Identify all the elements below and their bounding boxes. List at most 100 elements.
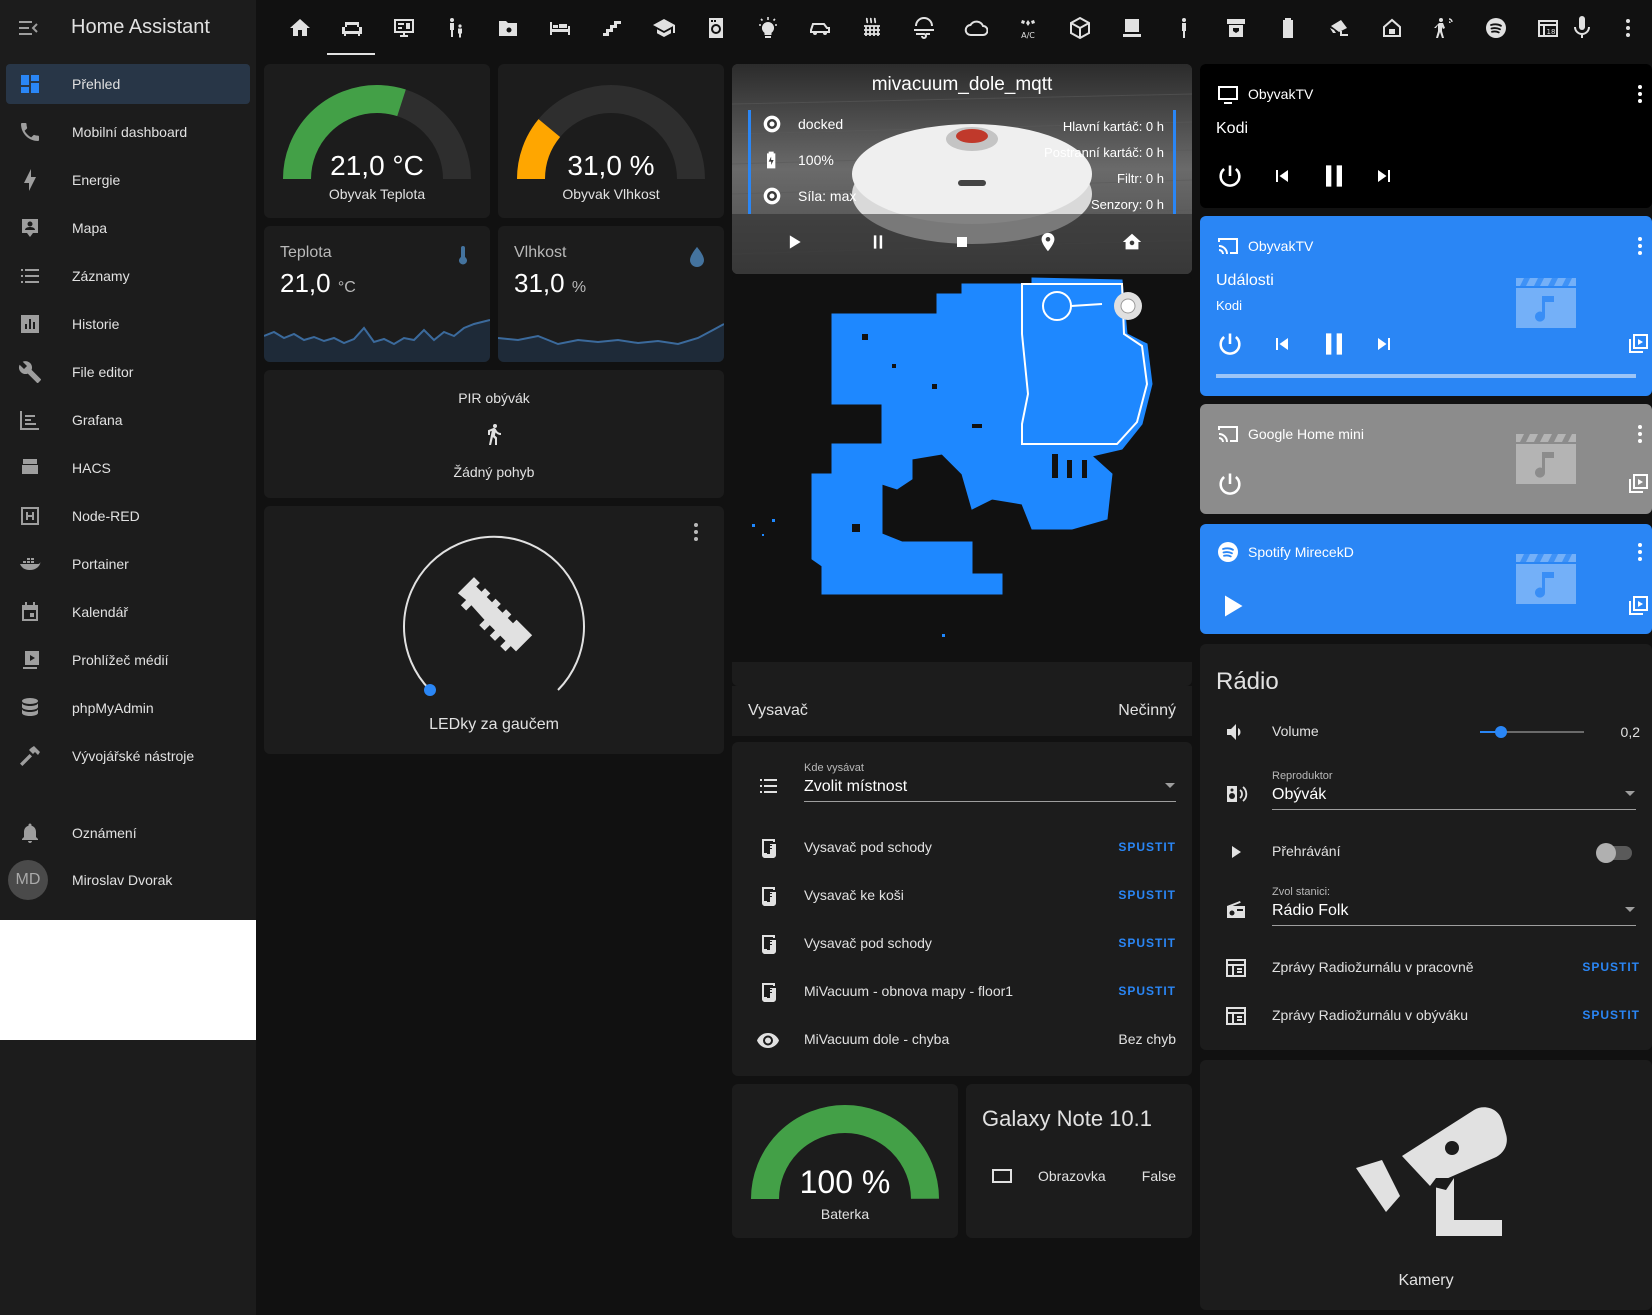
microphone-icon[interactable] xyxy=(1570,16,1594,40)
more-info-icon[interactable] xyxy=(1628,422,1652,446)
chevron-down-icon[interactable] xyxy=(1624,790,1636,798)
chevron-down-icon[interactable] xyxy=(1624,906,1636,914)
sidebar-item-kalendar[interactable]: Kalendář xyxy=(6,592,250,632)
power-icon[interactable] xyxy=(1216,162,1244,190)
speaker-select-row[interactable]: Reproduktor Obývák xyxy=(1200,764,1652,824)
map-marker-icon[interactable] xyxy=(1037,231,1059,253)
led-strip-icon[interactable] xyxy=(450,564,540,654)
car-icon[interactable] xyxy=(808,16,832,40)
spotify-icon[interactable] xyxy=(1484,16,1508,40)
vacuum-map-card[interactable] xyxy=(732,274,1192,686)
sensor-card-humidity[interactable]: Vlhkost 31,0 % xyxy=(498,226,724,362)
sidebar-item-notifications[interactable]: Oznámení xyxy=(6,813,250,853)
sidebar-item-file-editor[interactable]: File editor xyxy=(6,352,250,392)
script-row[interactable]: Zprávy Radiožurnálu v obýváku SPUSTIT xyxy=(1200,992,1652,1040)
cctv-icon[interactable] xyxy=(1328,16,1352,40)
play-box-multiple-icon[interactable] xyxy=(1626,594,1650,618)
gauge-card-humidity[interactable]: 31,0 % Obyvak Vlhkost xyxy=(498,64,724,218)
vacuum-state-bar[interactable]: Vysavač Nečinný xyxy=(732,686,1192,736)
radiator-icon[interactable] xyxy=(860,16,884,40)
media-player-google-home-mini[interactable]: Google Home mini xyxy=(1200,404,1652,514)
sensor-card-temperature[interactable]: Teplota 21,0 °C xyxy=(264,226,490,362)
cube-icon[interactable] xyxy=(1068,16,1092,40)
more-info-icon[interactable] xyxy=(1628,234,1652,258)
more-info-icon[interactable] xyxy=(1628,540,1652,564)
dots-vertical-icon[interactable] xyxy=(1616,16,1640,40)
skip-previous-icon[interactable] xyxy=(1270,332,1294,356)
script-row[interactable]: Vysavač pod schody SPUSTIT xyxy=(732,824,1192,872)
run-script-button[interactable]: SPUSTIT xyxy=(1118,936,1176,950)
light-card[interactable]: LEDky za gaučem xyxy=(264,506,724,754)
speaker-select-value[interactable]: Obývák xyxy=(1272,786,1326,804)
run-script-button[interactable]: SPUSTIT xyxy=(1118,840,1176,854)
power-icon[interactable] xyxy=(1216,330,1244,358)
gauge-card-battery[interactable]: 100 % Baterka xyxy=(732,1084,958,1238)
desktop-icon[interactable] xyxy=(1120,16,1144,40)
playback-toggle-knob[interactable] xyxy=(1596,843,1616,863)
playback-toggle-row[interactable]: Přehrávání xyxy=(1200,828,1652,876)
pir-card[interactable]: PIR obývák Žádný pohyb xyxy=(264,370,724,498)
sidebar-item-node-red[interactable]: Node-RED xyxy=(6,496,250,536)
stairs-icon[interactable] xyxy=(600,16,624,40)
gauge-card-temperature[interactable]: 21,0 °C Obyvak Teplota xyxy=(264,64,490,218)
motion-sensor-icon[interactable] xyxy=(1432,16,1456,40)
printer-3d-icon[interactable] xyxy=(1224,16,1248,40)
station-select-value[interactable]: Rádio Folk xyxy=(1272,902,1348,920)
media-player-spotify[interactable]: Spotify MirecekD xyxy=(1200,524,1652,634)
cloud-icon[interactable] xyxy=(964,16,988,40)
battery-icon[interactable] xyxy=(1276,16,1300,40)
chevron-down-icon[interactable] xyxy=(1164,782,1176,790)
sidebar-item-zaznamy[interactable]: Záznamy xyxy=(6,256,250,296)
human-male-child-icon[interactable] xyxy=(444,16,468,40)
sidebar-item-phpmyadmin[interactable]: phpMyAdmin xyxy=(6,688,250,728)
sofa-icon[interactable] xyxy=(340,16,364,40)
more-info-icon[interactable] xyxy=(684,520,708,544)
home-icon[interactable] xyxy=(288,16,312,40)
media-progress-bar[interactable] xyxy=(1216,374,1636,378)
sidebar-item-user[interactable]: MD Miroslav Dvorak xyxy=(6,860,250,900)
cameras-card[interactable]: Kamery xyxy=(1200,1060,1652,1310)
run-script-button[interactable]: SPUSTIT xyxy=(1582,960,1640,974)
lightbulb-icon[interactable] xyxy=(756,16,780,40)
script-row[interactable]: MiVacuum - obnova mapy - floor1 SPUSTIT xyxy=(732,968,1192,1016)
volume-slider-handle[interactable] xyxy=(1494,726,1507,738)
power-icon[interactable] xyxy=(1216,470,1244,498)
human-icon[interactable] xyxy=(1172,16,1196,40)
more-info-icon[interactable] xyxy=(1628,82,1652,106)
script-row[interactable]: Vysavač ke koši SPUSTIT xyxy=(732,872,1192,920)
station-select-row[interactable]: Zvol stanici: Rádio Folk xyxy=(1200,880,1652,940)
sidebar-item-historie[interactable]: Historie xyxy=(6,304,250,344)
monitor-dashboard-icon[interactable] xyxy=(392,16,416,40)
pause-icon[interactable] xyxy=(1318,328,1350,360)
skip-next-icon[interactable] xyxy=(1372,164,1396,188)
pause-icon[interactable] xyxy=(1318,160,1350,192)
stop-icon[interactable] xyxy=(952,232,972,252)
play-icon[interactable] xyxy=(784,232,804,252)
sidebar-item-energie[interactable]: Energie xyxy=(6,160,250,200)
script-row[interactable]: Zprávy Radiožurnálu v pracovně SPUSTIT xyxy=(1200,944,1652,992)
script-row[interactable]: Vysavač pod schody SPUSTIT xyxy=(732,920,1192,968)
folder-icon[interactable] xyxy=(496,16,520,40)
calendar-today-icon[interactable]: 18 xyxy=(1536,16,1560,40)
sidebar-item-hacs[interactable]: HACS xyxy=(6,448,250,488)
weather-windy-icon[interactable] xyxy=(912,16,936,40)
play-icon[interactable] xyxy=(1218,592,1246,620)
play-box-multiple-icon[interactable] xyxy=(1626,332,1650,356)
school-icon[interactable] xyxy=(652,16,676,40)
sidebar-item-portainer[interactable]: Portainer xyxy=(6,544,250,584)
washing-machine-icon[interactable] xyxy=(704,16,728,40)
run-script-button[interactable]: SPUSTIT xyxy=(1118,984,1176,998)
room-select-value[interactable]: Zvolit místnost xyxy=(804,778,907,796)
room-select-row[interactable]: Kde vysávat Zvolit místnost xyxy=(732,756,1192,812)
sidebar-item-prohlizec-medii[interactable]: Prohlížeč médií xyxy=(6,640,250,680)
air-conditioner-icon[interactable]: A/C xyxy=(1016,16,1040,40)
sidebar-item-grafana[interactable]: Grafana xyxy=(6,400,250,440)
home-map-marker-icon[interactable] xyxy=(1121,231,1143,253)
skip-previous-icon[interactable] xyxy=(1270,164,1294,188)
home-lock-icon[interactable] xyxy=(1380,16,1404,40)
sidebar-item-vyvojarske-nastroje[interactable]: Vývojářské nástroje xyxy=(6,736,250,776)
brightness-handle[interactable] xyxy=(424,684,436,696)
sensor-row[interactable]: MiVacuum dole - chyba Bez chyb xyxy=(732,1016,1192,1064)
sidebar-item-prehled[interactable]: Přehled xyxy=(6,64,250,104)
volume-row[interactable]: Volume 0,2 xyxy=(1200,708,1652,756)
